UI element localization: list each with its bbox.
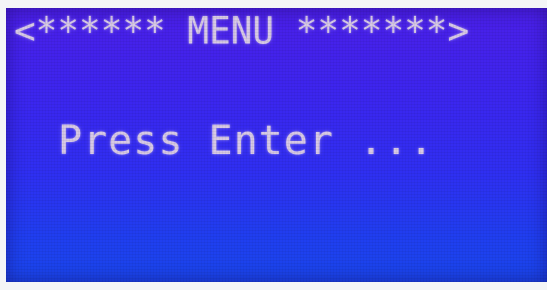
display-frame: <****** MENU *******> Press Enter ... [0, 0, 547, 290]
lcd-screen: <****** MENU *******> Press Enter ... [6, 8, 547, 282]
press-enter-prompt: Press Enter ... [58, 118, 435, 164]
menu-header: <****** MENU *******> [14, 10, 470, 54]
